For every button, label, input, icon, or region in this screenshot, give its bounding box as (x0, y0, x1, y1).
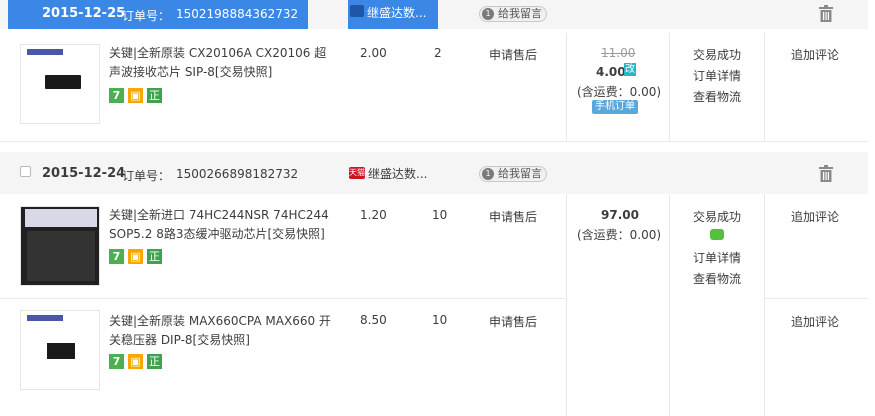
order-2-logistics-link[interactable]: 查看物流 (693, 270, 741, 287)
order-1-date: 2015-12-25 (42, 6, 126, 21)
order-2-status: 交易成功 (693, 210, 742, 224)
guarantee-icon: ▣ (128, 249, 143, 264)
order-2-item-2-badges: 7 ▣ 正 (109, 354, 166, 370)
chip-logo (27, 49, 63, 55)
order-1-item-1-title[interactable]: 关键|全新原装 CX20106A CX20106 超声波接收芯片 SIP-8[交… (109, 44, 334, 82)
order-2-item-1-review[interactable]: 追加评论 (791, 208, 839, 225)
order-2-shipping: (含运费：0.00) (577, 228, 662, 242)
divider (764, 194, 765, 416)
order-1-shipping: (含运费：0.00) (577, 85, 662, 99)
order-2-header: 2015-12-24 订单号： 1500266898182732 天猫 继盛达数… (0, 152, 868, 194)
order-1-item-1-after-sale[interactable]: 申请售后 (489, 46, 537, 63)
order-2-item-2-title[interactable]: 关键|全新原装 MAX660CPA MAX660 开关稳压器 DIP-8[交易快… (109, 312, 334, 350)
trash-icon[interactable] (819, 165, 833, 182)
order-1-shop-link[interactable]: 继盛达数... (367, 4, 426, 21)
order-2-item-2-after-sale[interactable]: 申请售后 (489, 313, 537, 330)
order-1-item-1-review[interactable]: 追加评论 (791, 46, 839, 63)
message-icon: 1 (482, 8, 494, 20)
order-1-item-1-badges: 7 ▣ 正 (109, 88, 166, 104)
seven-day-return-icon: 7 (109, 249, 124, 264)
order-2-item-1-thumbnail[interactable] (20, 206, 100, 286)
order-2-item-1-title[interactable]: 关键|全新进口 74HC244NSR 74HC244 SOP5.2 8路3态缓冲… (109, 206, 334, 244)
order-2-order-number: 1500266898182732 (176, 167, 299, 181)
chat-icon[interactable] (710, 229, 724, 240)
chip-label (25, 209, 97, 227)
order-1-detail-link[interactable]: 订单详情 (693, 67, 741, 84)
genuine-icon: 正 (147, 354, 162, 369)
order-2-item-1-badges: 7 ▣ 正 (109, 249, 166, 265)
order-1-message-label: 给我留言 (498, 7, 542, 20)
guarantee-icon: ▣ (128, 88, 143, 103)
order-2-item-2-price: 8.50 (360, 313, 387, 327)
order-1-total: 4.00 (596, 65, 626, 79)
order-2-item-2-qty: 10 (432, 313, 448, 327)
order-2-item-2-thumbnail[interactable] (20, 310, 100, 390)
order-2-order-label: 订单号： (122, 169, 171, 183)
divider (566, 194, 567, 416)
order-2-date: 2015-12-24 (42, 166, 126, 181)
order-1-message-button[interactable]: 1 给我留言 (479, 6, 547, 22)
order-1-mobile-tag: 手机订单 (592, 100, 638, 114)
order-2-detail-link[interactable]: 订单详情 (693, 249, 741, 266)
order-1-status: 交易成功 (693, 48, 742, 62)
chip-logo (27, 315, 63, 321)
order-1-item-1-price: 2.00 (360, 46, 387, 60)
divider (764, 298, 868, 299)
divider (669, 194, 670, 416)
chip-image (27, 231, 95, 281)
message-icon: 1 (482, 168, 494, 180)
trash-icon[interactable] (819, 5, 833, 22)
order-2-checkbox[interactable] (20, 166, 31, 177)
order-2-message-button[interactable]: 1 给我留言 (479, 166, 547, 182)
order-1-item-1-qty: 2 (434, 46, 442, 60)
order-2-shop-link[interactable]: 继盛达数... (368, 165, 427, 182)
guarantee-icon: ▣ (128, 354, 143, 369)
seven-day-return-icon: 7 (109, 354, 124, 369)
order-1-order-number: 1502198884362732 (176, 7, 299, 21)
order-2-message-label: 给我留言 (498, 167, 542, 180)
order-2-item-1-price: 1.20 (360, 208, 387, 222)
order-1-header: 2015-12-25 订单号： 1502198884362732 继盛达数...… (0, 0, 868, 29)
divider (669, 33, 670, 142)
genuine-icon: 正 (147, 249, 162, 264)
order-1: 2015-12-25 订单号： 1502198884362732 继盛达数...… (0, 0, 868, 142)
order-1-logistics-link[interactable]: 查看物流 (693, 88, 741, 105)
divider (566, 33, 567, 142)
genuine-icon: 正 (147, 88, 162, 103)
divider (0, 141, 868, 142)
order-1-checkbox[interactable] (20, 8, 31, 19)
order-2-item-1-after-sale[interactable]: 申请售后 (489, 208, 537, 225)
seven-day-return-icon: 7 (109, 88, 124, 103)
order-2: 2015-12-24 订单号： 1500266898182732 天猫 继盛达数… (0, 152, 868, 416)
order-2-item-2-review[interactable]: 追加评论 (791, 313, 839, 330)
order-1-original-total: 11.00 (601, 46, 636, 60)
order-2-item-1-qty: 10 (432, 208, 448, 222)
order-1-item-1-thumbnail[interactable] (20, 44, 100, 124)
tmall-icon: 天猫 (349, 167, 365, 179)
price-changed-tag: 改 (624, 63, 636, 76)
chip-image (47, 343, 75, 359)
divider (0, 298, 566, 299)
shop-icon (350, 5, 364, 17)
order-2-total: 97.00 (601, 208, 639, 222)
chip-image (45, 75, 81, 89)
divider (764, 33, 765, 142)
order-1-order-label: 订单号： (122, 9, 171, 23)
